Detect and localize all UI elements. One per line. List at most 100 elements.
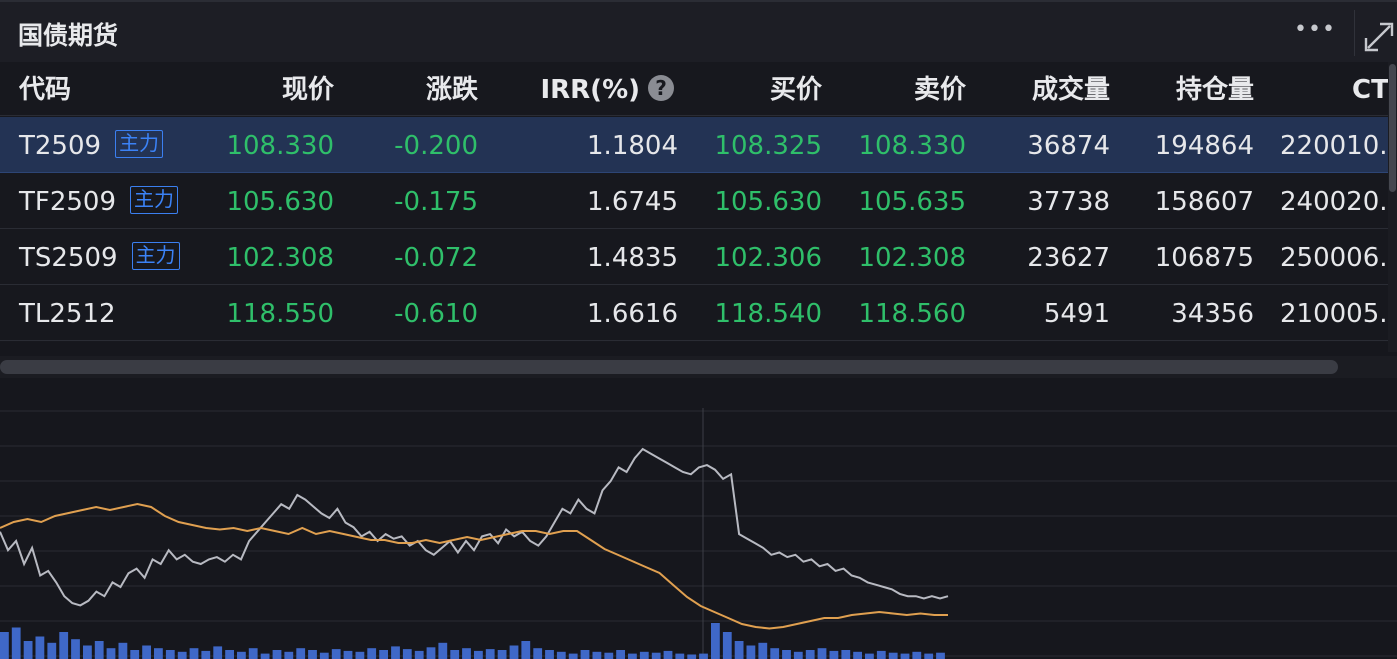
- volume-bar: [616, 650, 625, 659]
- cell-price: 105.630: [226, 187, 334, 217]
- volume-bar: [628, 653, 637, 659]
- main-contract-badge: 主力: [115, 130, 164, 158]
- cell-open-interest: 158607: [1154, 187, 1254, 217]
- volume-bar: [260, 653, 270, 659]
- volume-bar: [225, 650, 234, 659]
- cell-irr: 1.4835: [587, 243, 678, 273]
- table-header: 代码 现价 涨跌 IRR(%)? 买价 卖价 成交量 持仓量 CT: [0, 62, 1388, 116]
- cell-change: -0.610: [394, 299, 478, 329]
- price-line: [0, 447, 949, 607]
- cell-bid: 102.306: [714, 243, 822, 273]
- volume-bar: [11, 627, 21, 659]
- volume-bar: [876, 650, 886, 659]
- header-divider: [1354, 10, 1355, 56]
- volume-bar: [829, 650, 839, 659]
- cell-ask: 105.635: [858, 187, 966, 217]
- cell-change: -0.175: [394, 187, 478, 217]
- cell-open-interest: 106875: [1154, 243, 1254, 273]
- col-header-irr[interactable]: IRR(%)?: [540, 62, 674, 116]
- volume-bar: [142, 645, 151, 659]
- horizontal-scroll-thumb[interactable]: [0, 360, 1338, 374]
- cell-open-interest: 194864: [1154, 131, 1254, 161]
- table-row[interactable]: TF2509 主力 105.630 -0.175 1.6745 105.630 105.63…: [0, 173, 1388, 229]
- cell-code: TS2509 主力: [19, 229, 180, 285]
- table-row[interactable]: TS2509 主力 102.308 -0.072 1.4835 102.306 102.30…: [0, 229, 1388, 285]
- cell-volume: 23627: [1027, 243, 1110, 273]
- volume-bar: [651, 652, 661, 659]
- volume-bar: [248, 648, 258, 659]
- cell-irr: 1.6745: [587, 187, 678, 217]
- volume-bar: [722, 632, 732, 659]
- ellipsis-icon[interactable]: •••: [1294, 19, 1335, 46]
- volume-bar: [734, 641, 744, 659]
- volume-bar: [367, 648, 377, 659]
- volume-bar: [770, 648, 780, 659]
- volume-bar: [497, 650, 507, 659]
- volume-bar: [331, 649, 341, 659]
- volume-bar: [580, 650, 590, 659]
- volume-bar: [746, 645, 756, 659]
- col-header-code[interactable]: 代码: [19, 62, 71, 116]
- col-header-price[interactable]: 现价: [282, 62, 334, 116]
- volume-bar: [284, 651, 294, 659]
- volume-bar: [533, 648, 543, 659]
- volume-bar: [355, 651, 365, 659]
- cell-code: T2509 主力: [19, 117, 164, 173]
- cell-volume: 36874: [1027, 131, 1110, 161]
- col-header-bid[interactable]: 买价: [770, 62, 822, 116]
- volume-bar: [462, 648, 471, 659]
- col-header-change[interactable]: 涨跌: [426, 62, 478, 116]
- volume-bar: [35, 636, 45, 659]
- volume-bar: [485, 649, 495, 659]
- contract-code: TL2512: [19, 299, 116, 329]
- volume-bar: [165, 650, 175, 659]
- volume-bar: [59, 632, 69, 659]
- cell-bid: 118.540: [714, 299, 822, 329]
- volume-bar: [296, 648, 306, 659]
- horizontal-scrollbar[interactable]: [0, 356, 1397, 378]
- col-header-ct[interactable]: CT: [1352, 62, 1388, 116]
- cell-open-interest: 34356: [1171, 299, 1254, 329]
- volume-bar: [272, 650, 282, 659]
- volume-bar: [758, 642, 768, 659]
- volume-bar: [699, 653, 708, 659]
- volume-bar: [687, 654, 697, 659]
- volume-bar: [414, 650, 424, 659]
- expand-icon[interactable]: [1364, 18, 1394, 52]
- cell-bid: 105.630: [714, 187, 822, 217]
- volume-bar: [83, 645, 92, 659]
- col-header-volume[interactable]: 成交量: [1032, 62, 1110, 116]
- volume-bar: [639, 651, 649, 659]
- cell-ct: 240020.: [1280, 187, 1388, 217]
- col-header-ask[interactable]: 卖价: [914, 62, 966, 116]
- volume-bar: [912, 651, 922, 659]
- volume-bar: [23, 641, 33, 659]
- table-row[interactable]: T2509 主力 108.330 -0.200 1.1804 108.325 108.330…: [0, 117, 1388, 173]
- intraday-chart: [0, 378, 1397, 659]
- cell-ask: 108.330: [858, 131, 966, 161]
- volume-bar: [604, 652, 614, 659]
- volume-bar: [793, 651, 803, 659]
- col-header-oi[interactable]: 持仓量: [1176, 62, 1254, 116]
- volume-bar: [391, 646, 400, 659]
- cell-change: -0.072: [394, 243, 478, 273]
- volume-bar: [592, 651, 602, 659]
- cell-change: -0.200: [394, 131, 478, 161]
- cell-code: TF2509 主力: [19, 173, 179, 229]
- question-icon[interactable]: ?: [648, 75, 674, 101]
- volume-bar: [805, 650, 815, 659]
- cell-irr: 1.6616: [587, 299, 678, 329]
- volume-bar: [71, 639, 80, 659]
- panel-title: 国债期货: [18, 21, 119, 50]
- table-row[interactable]: TL2512 118.550 -0.610 1.6616 118.540 118.560 5…: [0, 285, 1388, 341]
- volume-bar: [888, 652, 898, 659]
- vertical-scroll-thumb[interactable]: [1389, 64, 1396, 192]
- volume-bar: [568, 653, 578, 659]
- volume-bar: [900, 653, 910, 659]
- vertical-scrollbar[interactable]: [1388, 62, 1397, 352]
- volume-bar: [924, 653, 934, 659]
- volume-bar: [853, 651, 862, 659]
- volume-bar: [509, 645, 519, 659]
- volume-bar: [177, 651, 187, 659]
- volume-bar: [426, 647, 436, 659]
